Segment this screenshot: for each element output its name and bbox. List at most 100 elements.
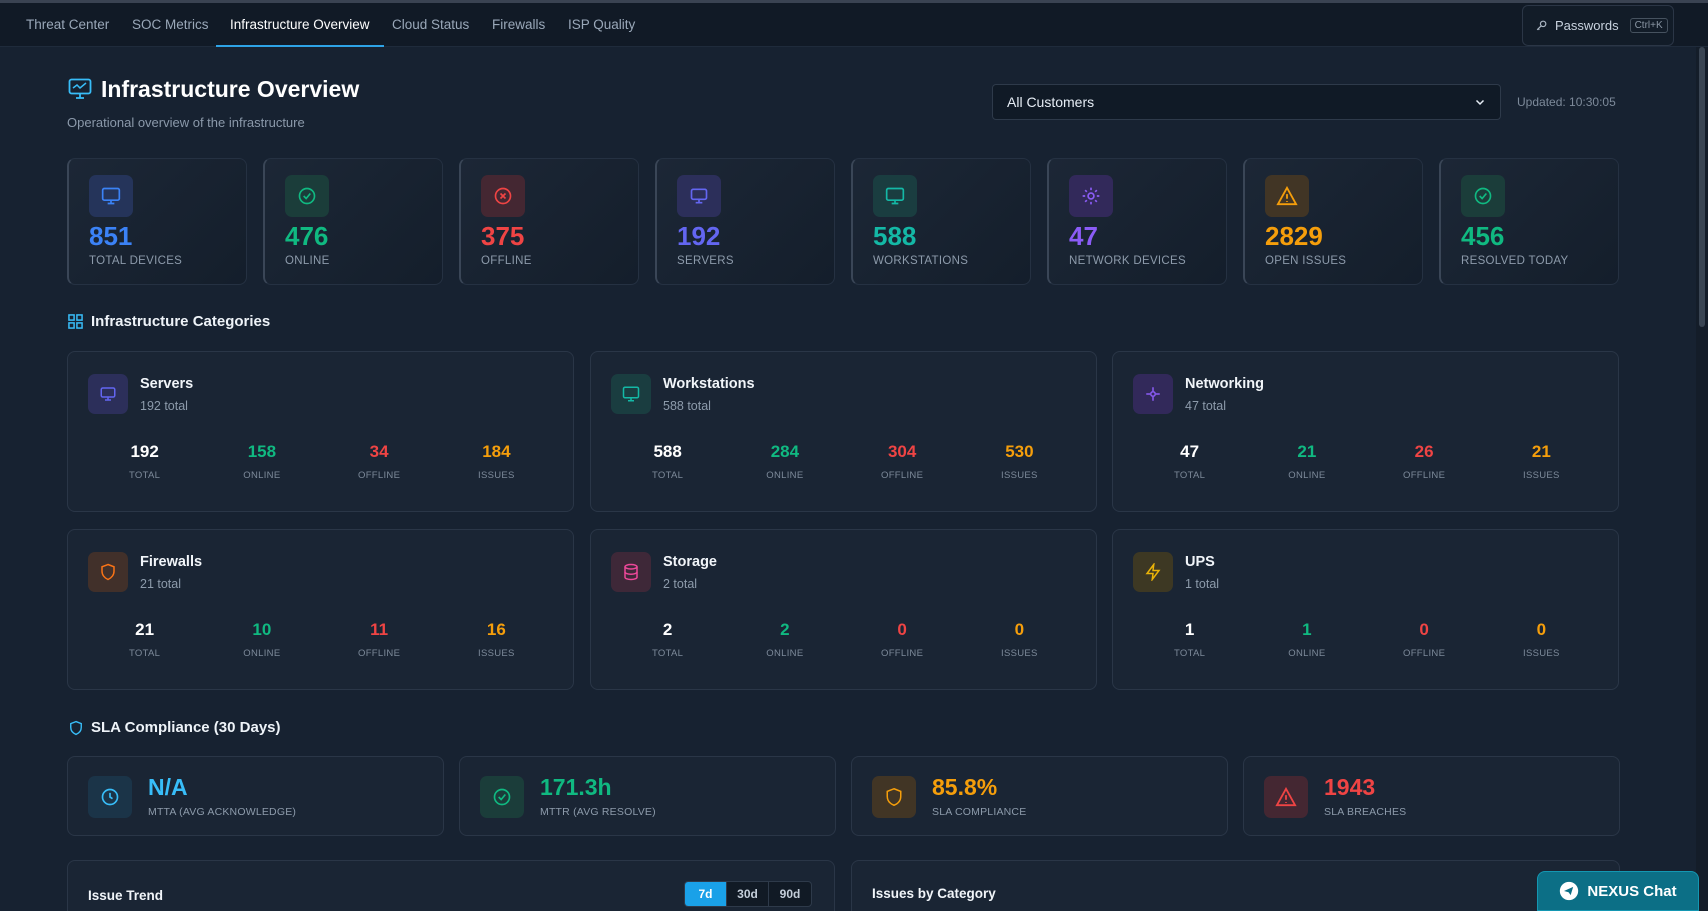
sla-label: MTTA (AVG ACKNOWLEDGE) xyxy=(148,806,297,818)
stat-label: ISSUES xyxy=(1523,648,1560,659)
stat-label: SERVERS xyxy=(677,255,734,267)
stat-label: OFFLINE xyxy=(881,470,924,481)
sla-card-breaches: 1943 SLA BREACHES xyxy=(1243,756,1620,836)
stat-value: 476 xyxy=(285,221,329,251)
check-circle-icon xyxy=(285,175,329,217)
stat-online: 158 xyxy=(247,442,277,461)
stat-label: TOTAL xyxy=(1174,470,1206,481)
stat-label: RESOLVED TODAY xyxy=(1461,255,1569,267)
stat-card-servers: 192 SERVERS xyxy=(655,158,835,285)
sla-label: MTTR (AVG RESOLVE) xyxy=(540,806,656,818)
tab-firewalls[interactable]: Firewalls xyxy=(492,3,545,46)
category-card-ups[interactable]: UPS 1 total 1 TOTAL 1 ONLINE 0 OFFLINE 0 ISS… xyxy=(1112,529,1619,690)
stat-total: 588 xyxy=(653,442,682,461)
scrollbar-thumb[interactable] xyxy=(1699,47,1705,327)
lightning-icon xyxy=(1133,552,1173,592)
send-icon xyxy=(1559,881,1579,901)
stat-value: 375 xyxy=(481,221,525,251)
stat-label: TOTAL xyxy=(129,470,161,481)
grid-icon xyxy=(68,314,83,329)
sla-value: 85.8% xyxy=(932,774,998,800)
tab-isp-quality[interactable]: ISP Quality xyxy=(568,3,635,46)
customer-select-value: All Customers xyxy=(1007,94,1095,110)
category-card-storage[interactable]: Storage 2 total 2 TOTAL 2 ONLINE 0 OFFLINE … xyxy=(590,529,1097,690)
network-icon xyxy=(1069,175,1113,217)
stat-issues: 16 xyxy=(486,620,506,639)
stat-label: ONLINE xyxy=(285,255,330,267)
database-icon xyxy=(611,552,651,592)
stat-issues: 0 xyxy=(1014,620,1025,639)
issues-by-category-panel: Issues by Category xyxy=(851,860,1620,911)
tab-infrastructure-overview[interactable]: Infrastructure Overview xyxy=(216,3,384,47)
stat-offline: 0 xyxy=(897,620,907,639)
category-name: Networking xyxy=(1185,376,1264,392)
stat-value: 192 xyxy=(677,221,721,251)
stat-online: 1 xyxy=(1302,620,1312,639)
stat-total: 1 xyxy=(1184,620,1195,639)
stat-label: ISSUES xyxy=(478,470,515,481)
category-name: Servers xyxy=(140,376,194,392)
stat-label: ONLINE xyxy=(1288,470,1326,481)
x-circle-icon xyxy=(481,175,525,217)
tab-soc-metrics[interactable]: SOC Metrics xyxy=(132,3,209,46)
panel-title: Issue Trend xyxy=(88,888,164,903)
stat-offline: 0 xyxy=(1419,620,1429,639)
stat-label: ISSUES xyxy=(478,648,515,659)
page-subtitle: Operational overview of the infrastructu… xyxy=(67,115,305,130)
stat-total: 47 xyxy=(1180,442,1200,461)
stat-label: TOTAL xyxy=(1174,648,1206,659)
stat-label: ISSUES xyxy=(1001,648,1038,659)
network-icon xyxy=(1133,374,1173,414)
workstation-icon xyxy=(611,374,651,414)
category-name: Firewalls xyxy=(140,554,203,570)
category-card-workstations[interactable]: Workstations 588 total 588 TOTAL 284 ONLIN… xyxy=(590,351,1097,512)
range-90d-button[interactable]: 90d xyxy=(769,882,811,906)
monitor-icon xyxy=(89,175,133,217)
stat-card-resolved-today: 456 RESOLVED TODAY xyxy=(1439,158,1619,285)
issue-trend-panel: Issue Trend 7d 30d 90d xyxy=(67,860,835,911)
top-navigation: Threat Center SOC Metrics Infrastructure… xyxy=(0,3,1708,47)
customer-select[interactable]: All Customers xyxy=(992,84,1501,120)
category-card-firewalls[interactable]: Firewalls 21 total 21 TOTAL 10 ONLINE 11 OF… xyxy=(67,529,574,690)
chat-label: NEXUS Chat xyxy=(1587,882,1677,900)
stat-offline: 26 xyxy=(1414,442,1434,461)
range-7d-button[interactable]: 7d xyxy=(685,882,727,906)
passwords-button[interactable]: Passwords Ctrl+K xyxy=(1522,5,1674,46)
stat-label: OFFLINE xyxy=(1403,648,1446,659)
sla-value: 171.3h xyxy=(540,774,612,800)
warning-icon xyxy=(1265,175,1309,217)
stat-online: 284 xyxy=(770,442,800,461)
chevron-down-icon xyxy=(1474,96,1486,108)
category-total: 2 total xyxy=(663,577,698,591)
stat-offline: 34 xyxy=(369,442,389,461)
category-card-networking[interactable]: Networking 47 total 47 TOTAL 21 ONLINE 26 O… xyxy=(1112,351,1619,512)
category-name: Workstations xyxy=(663,376,755,392)
stat-card-online: 476 ONLINE xyxy=(263,158,443,285)
stat-card-offline: 375 OFFLINE xyxy=(459,158,639,285)
stat-value: 851 xyxy=(89,221,133,251)
category-stats: 47 TOTAL 21 ONLINE 26 OFFLINE 21 ISSUES xyxy=(1131,442,1600,481)
stat-label: TOTAL xyxy=(652,648,684,659)
nexus-chat-button[interactable]: NEXUS Chat xyxy=(1537,871,1699,911)
stat-label: OPEN ISSUES xyxy=(1265,255,1347,267)
category-total: 1 total xyxy=(1185,577,1220,591)
stat-issues: 0 xyxy=(1536,620,1547,639)
tab-threat-center[interactable]: Threat Center xyxy=(26,3,109,46)
category-name: Storage xyxy=(663,554,717,570)
sla-card-mtta: N/A MTTA (AVG ACKNOWLEDGE) xyxy=(67,756,444,836)
key-icon xyxy=(1535,19,1548,32)
stat-label: TOTAL xyxy=(652,470,684,481)
range-30d-button[interactable]: 30d xyxy=(727,882,769,906)
tab-cloud-status[interactable]: Cloud Status xyxy=(392,3,469,46)
sla-label: SLA COMPLIANCE xyxy=(932,806,1027,818)
category-card-servers[interactable]: Servers 192 total 192 TOTAL 158 ONLINE 34 O… xyxy=(67,351,574,512)
stat-label: OFFLINE xyxy=(881,648,924,659)
stat-label: WORKSTATIONS xyxy=(873,255,969,267)
shield-icon xyxy=(872,776,916,818)
stat-label: NETWORK DEVICES xyxy=(1069,255,1186,267)
clock-icon xyxy=(88,776,132,818)
sla-value: 1943 xyxy=(1324,774,1376,800)
stat-label: ONLINE xyxy=(243,470,281,481)
check-circle-icon xyxy=(1461,175,1505,217)
updated-timestamp: Updated: 10:30:05 xyxy=(1517,95,1616,109)
